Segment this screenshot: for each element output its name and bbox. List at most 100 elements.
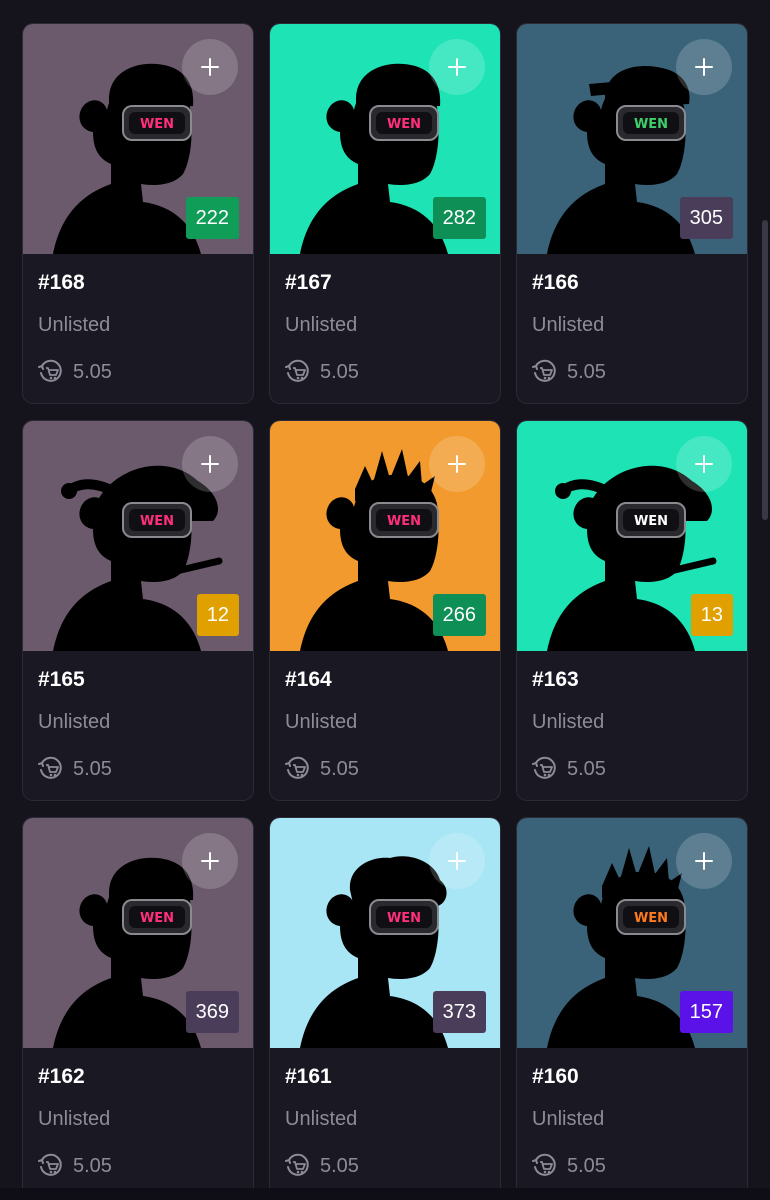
goggle-text: WEN (634, 911, 668, 926)
rarity-rank-badge: 12 (196, 594, 239, 636)
nft-card[interactable]: WEN 282 #167 Unlisted 5.05 (269, 23, 501, 404)
add-to-cart-button[interactable] (676, 436, 732, 492)
nft-card[interactable]: WEN 222 #168 Unlisted 5.05 (22, 23, 254, 404)
cart-refresh-icon (285, 1153, 309, 1176)
last-sale-price: 5.05 (285, 359, 485, 385)
nft-title[interactable]: #167 (285, 270, 485, 296)
scrollbar[interactable] (762, 220, 768, 520)
listing-status: Unlisted (532, 1108, 605, 1130)
price-value: 5.05 (567, 361, 606, 383)
price-value: 5.05 (567, 758, 606, 780)
plus-icon (201, 58, 219, 76)
last-sale-price: 5.05 (532, 1153, 732, 1179)
nft-card[interactable]: WEN 157 #160 Unlisted 5.05 (516, 817, 748, 1198)
price-value: 5.05 (73, 1155, 112, 1177)
cart-refresh-icon (285, 756, 309, 779)
cart-refresh-icon (285, 359, 309, 382)
cart-refresh-icon (532, 1153, 556, 1176)
last-sale-price: 5.05 (285, 756, 485, 782)
nft-image[interactable]: WEN 12 (23, 421, 253, 651)
nft-image[interactable]: WEN 266 (270, 421, 500, 651)
nft-image[interactable]: WEN 305 (517, 24, 747, 254)
listing-status: Unlisted (285, 314, 358, 336)
plus-icon (448, 852, 466, 870)
nft-title[interactable]: #164 (285, 667, 485, 693)
nft-card[interactable]: WEN 373 #161 Unlisted 5.05 (269, 817, 501, 1198)
nft-image[interactable]: WEN 222 (23, 24, 253, 254)
nft-card[interactable]: WEN 369 #162 Unlisted 5.05 (22, 817, 254, 1198)
rarity-rank-badge: 157 (679, 991, 733, 1033)
price-value: 5.05 (567, 1155, 606, 1177)
nft-image[interactable]: WEN 373 (270, 818, 500, 1048)
add-to-cart-button[interactable] (429, 436, 485, 492)
cart-refresh-icon (532, 359, 556, 382)
price-value: 5.05 (320, 758, 359, 780)
nft-card[interactable]: WEN 13 #163 Unlisted 5.05 (516, 420, 748, 801)
plus-icon (201, 455, 219, 473)
nft-title[interactable]: #160 (532, 1064, 732, 1090)
cart-refresh-icon (532, 756, 556, 779)
rarity-rank-badge: 222 (185, 197, 239, 239)
listing-status: Unlisted (285, 711, 358, 733)
rarity-rank-badge: 266 (432, 594, 486, 636)
nft-title[interactable]: #161 (285, 1064, 485, 1090)
listing-status: Unlisted (532, 314, 605, 336)
nft-title[interactable]: #165 (38, 667, 238, 693)
cart-refresh-icon (38, 756, 62, 779)
goggle-text: WEN (140, 514, 174, 529)
add-to-cart-button[interactable] (676, 833, 732, 889)
goggle-text: WEN (140, 911, 174, 926)
goggle-text: WEN (387, 911, 421, 926)
add-to-cart-button[interactable] (429, 39, 485, 95)
nft-image[interactable]: WEN 282 (270, 24, 500, 254)
price-value: 5.05 (320, 1155, 359, 1177)
plus-icon (448, 58, 466, 76)
rarity-rank-badge: 282 (432, 197, 486, 239)
plus-icon (695, 455, 713, 473)
plus-icon (695, 58, 713, 76)
plus-icon (201, 852, 219, 870)
nft-card[interactable]: WEN 12 #165 Unlisted 5.05 (22, 420, 254, 801)
bottom-edge (0, 1188, 770, 1200)
add-to-cart-button[interactable] (182, 39, 238, 95)
add-to-cart-button[interactable] (182, 436, 238, 492)
add-to-cart-button[interactable] (182, 833, 238, 889)
goggle-text: WEN (634, 117, 668, 132)
plus-icon (695, 852, 713, 870)
nft-image[interactable]: WEN 13 (517, 421, 747, 651)
goggle-text: WEN (634, 514, 668, 529)
add-to-cart-button[interactable] (429, 833, 485, 889)
last-sale-price: 5.05 (38, 359, 238, 385)
listing-status: Unlisted (532, 711, 605, 733)
add-to-cart-button[interactable] (676, 39, 732, 95)
cart-refresh-icon (38, 1153, 62, 1176)
last-sale-price: 5.05 (38, 1153, 238, 1179)
listing-status: Unlisted (38, 711, 111, 733)
cart-refresh-icon (38, 359, 62, 382)
rarity-rank-badge: 305 (679, 197, 733, 239)
nft-card[interactable]: WEN 305 #166 Unlisted 5.05 (516, 23, 748, 404)
nft-title[interactable]: #162 (38, 1064, 238, 1090)
nft-title[interactable]: #166 (532, 270, 732, 296)
nft-image[interactable]: WEN 157 (517, 818, 747, 1048)
listing-status: Unlisted (285, 1108, 358, 1130)
nft-card[interactable]: WEN 266 #164 Unlisted 5.05 (269, 420, 501, 801)
nft-grid: WEN 222 #168 Unlisted 5.05 WEN 282 #167 Unlisted… (22, 23, 748, 1198)
nft-title[interactable]: #163 (532, 667, 732, 693)
last-sale-price: 5.05 (532, 359, 732, 385)
price-value: 5.05 (73, 361, 112, 383)
listing-status: Unlisted (38, 1108, 111, 1130)
last-sale-price: 5.05 (532, 756, 732, 782)
nft-title[interactable]: #168 (38, 270, 238, 296)
last-sale-price: 5.05 (38, 756, 238, 782)
goggle-text: WEN (387, 117, 421, 132)
price-value: 5.05 (73, 758, 112, 780)
goggle-text: WEN (140, 117, 174, 132)
plus-icon (448, 455, 466, 473)
rarity-rank-badge: 13 (690, 594, 733, 636)
nft-image[interactable]: WEN 369 (23, 818, 253, 1048)
rarity-rank-badge: 373 (432, 991, 486, 1033)
listing-status: Unlisted (38, 314, 111, 336)
rarity-rank-badge: 369 (185, 991, 239, 1033)
last-sale-price: 5.05 (285, 1153, 485, 1179)
